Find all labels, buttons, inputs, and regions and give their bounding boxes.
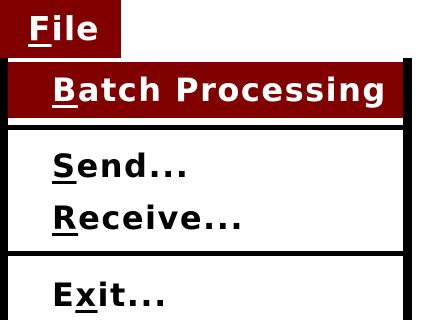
- menu-item-send[interactable]: Send...: [8, 138, 403, 194]
- menu-item-batch-processing[interactable]: Batch Processing: [8, 62, 403, 118]
- file-dropdown-menu: Batch Processing Send... Receive... Exit…: [0, 58, 412, 320]
- menu-file-label: ile: [51, 9, 100, 48]
- exit-accelerator: x: [75, 276, 98, 314]
- menu-item-receive[interactable]: Receive...: [8, 190, 403, 246]
- receive-label: eceive...: [78, 199, 245, 237]
- send-accelerator: S: [52, 147, 77, 185]
- menu-file[interactable]: File: [0, 0, 121, 58]
- menu-separator: [8, 251, 403, 256]
- batch-processing-accelerator: B: [52, 71, 78, 109]
- exit-label-start: E: [52, 276, 76, 314]
- send-label: end...: [76, 147, 190, 185]
- batch-processing-label: atch Processing: [77, 71, 387, 109]
- receive-accelerator: R: [52, 199, 79, 237]
- exit-label-end: it...: [97, 276, 168, 314]
- menu-file-accelerator: F: [28, 9, 52, 48]
- menu-separator: [8, 125, 403, 130]
- menu-item-exit[interactable]: Exit...: [8, 267, 403, 320]
